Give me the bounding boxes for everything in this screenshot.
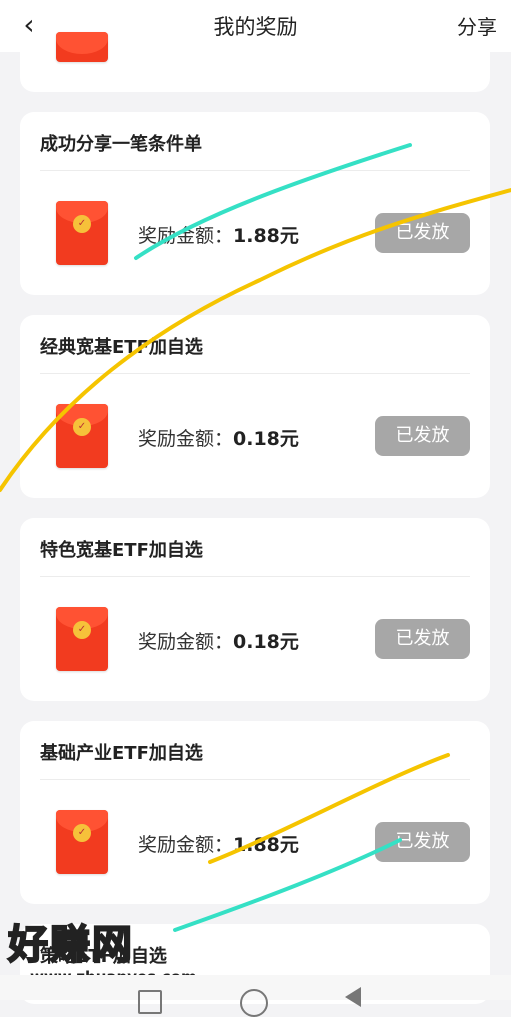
reward-card: 基础产业ETF加自选 ✓ 奖励金额：1.88元 已发放 (20, 721, 490, 904)
reward-title: 基础产业ETF加自选 (40, 743, 203, 764)
divider (40, 170, 470, 171)
red-envelope-icon: ✓ (56, 201, 108, 265)
status-button[interactable]: 已发放 (375, 416, 470, 456)
nav-back-icon[interactable] (345, 987, 361, 1007)
reward-card: 经典宽基ETF加自选 ✓ 奖励金额：0.18元 已发放 (20, 315, 490, 498)
amount-label: 奖励金额： (138, 225, 234, 247)
home-icon[interactable] (240, 989, 268, 1017)
amount-label: 奖励金额： (138, 834, 234, 856)
reward-title: 特色宽基ETF加自选 (40, 540, 203, 561)
reward-amount: 奖励金额：1.88元 (138, 830, 299, 857)
red-envelope-icon (56, 32, 108, 62)
red-envelope-icon: ✓ (56, 404, 108, 468)
share-button[interactable]: 分享 (457, 11, 497, 40)
reward-card: 特色宽基ETF加自选 ✓ 奖励金额：0.18元 已发放 (20, 518, 490, 701)
reward-title: 经典宽基ETF加自选 (40, 337, 203, 358)
amount-value: 1.88元 (233, 225, 299, 247)
reward-card: 成功分享一笔条件单 ✓ 奖励金额：1.88元 已发放 (20, 112, 490, 295)
watermark-brand: 好赚网 (7, 921, 134, 969)
divider (40, 576, 470, 577)
system-nav-bar (0, 975, 511, 1017)
reward-amount: 奖励金额：0.18元 (138, 627, 299, 654)
divider (40, 779, 470, 780)
amount-value: 0.18元 (233, 428, 299, 450)
recent-apps-icon[interactable] (138, 990, 162, 1014)
status-button[interactable]: 已发放 (375, 822, 470, 862)
amount-label: 奖励金额： (138, 428, 234, 450)
amount-label: 奖励金额： (138, 631, 234, 653)
divider (40, 373, 470, 374)
amount-value: 1.88元 (233, 834, 299, 856)
reward-card-partial (20, 32, 490, 92)
status-button[interactable]: 已发放 (375, 619, 470, 659)
red-envelope-icon: ✓ (56, 810, 108, 874)
reward-title: 成功分享一笔条件单 (40, 134, 202, 155)
status-button[interactable]: 已发放 (375, 213, 470, 253)
red-envelope-icon: ✓ (56, 607, 108, 671)
reward-amount: 奖励金额：0.18元 (138, 424, 299, 451)
amount-value: 0.18元 (233, 631, 299, 653)
reward-amount: 奖励金额：1.88元 (138, 221, 299, 248)
